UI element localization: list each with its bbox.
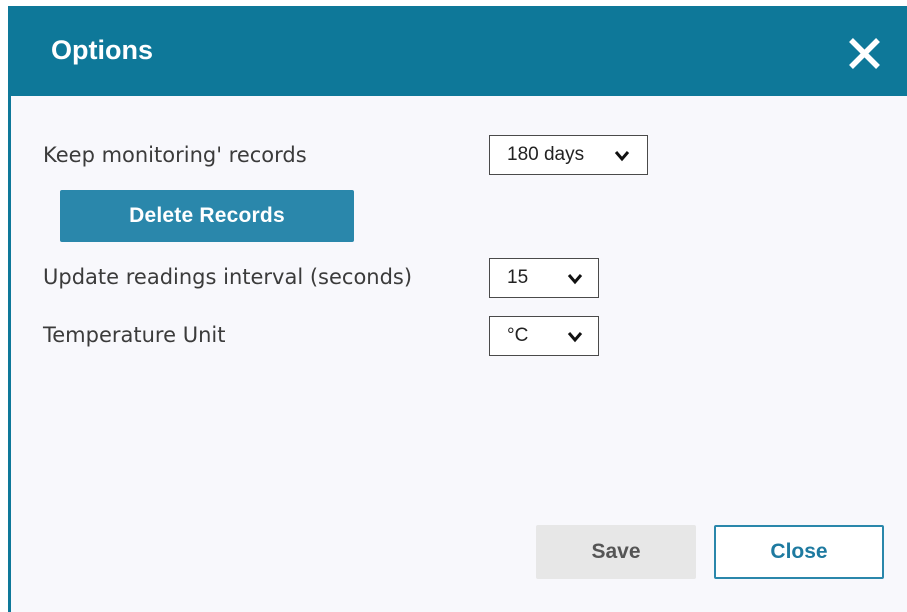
- delete-records-button[interactable]: Delete Records: [60, 190, 354, 242]
- update-interval-select[interactable]: 15: [489, 258, 599, 298]
- keep-records-value: 180 days: [507, 144, 585, 165]
- temperature-unit-select[interactable]: °C: [489, 316, 599, 356]
- temperature-unit-label: Temperature Unit: [43, 323, 226, 347]
- update-interval-value: 15: [507, 267, 529, 288]
- chevron-down-icon: [567, 332, 583, 343]
- keep-records-label: Keep monitoring' records: [43, 143, 307, 167]
- options-dialog: Options Keep monitoring' records 180 day…: [8, 6, 907, 612]
- close-icon[interactable]: [847, 36, 882, 71]
- dialog-header: Options: [11, 6, 907, 96]
- update-interval-label: Update readings interval (seconds): [43, 265, 413, 289]
- temperature-unit-value: °C: [507, 325, 529, 346]
- chevron-down-icon: [614, 151, 630, 162]
- dialog-title: Options: [51, 35, 153, 65]
- close-button-label: Close: [770, 540, 828, 563]
- save-button[interactable]: Save: [536, 525, 696, 579]
- delete-records-label: Delete Records: [129, 204, 285, 227]
- chevron-down-icon: [567, 274, 583, 285]
- save-button-label: Save: [591, 540, 641, 563]
- keep-records-select[interactable]: 180 days: [489, 135, 648, 175]
- close-button[interactable]: Close: [714, 525, 884, 579]
